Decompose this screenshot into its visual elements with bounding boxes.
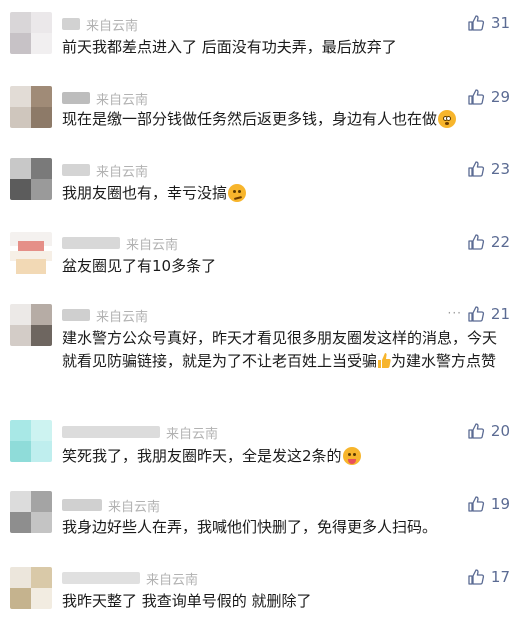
thumbs-up-icon <box>468 423 484 439</box>
comment-text-body: 笑死我了，我朋友圈昨天，全是发这2条的 <box>62 447 342 465</box>
avatar[interactable] <box>10 86 52 128</box>
comment-meta: 来自云南 <box>62 422 218 442</box>
like-button[interactable]: 23 <box>467 160 510 178</box>
nickname-blurred[interactable] <box>62 572 140 584</box>
region-label: 来自云南 <box>108 499 161 515</box>
avatar[interactable] <box>10 420 52 462</box>
avatar[interactable] <box>10 304 52 346</box>
comment-meta: 来自云南 <box>62 305 148 325</box>
nickname-blurred[interactable] <box>62 164 90 176</box>
comment-text-tail: 为建水警方点赞 <box>391 352 497 370</box>
comment-meta: 来自云南 <box>62 160 148 180</box>
nickname-blurred[interactable] <box>62 237 120 249</box>
region-label: 来自云南 <box>96 164 149 180</box>
thumbs-up-icon <box>468 306 484 322</box>
thumbs-up-icon <box>468 161 484 177</box>
avatar[interactable] <box>10 232 52 274</box>
like-count: 23 <box>490 160 510 178</box>
thumbs-up-icon <box>468 234 484 250</box>
comment-text: 笑死我了，我朋友圈昨天，全是发这2条的 <box>62 445 502 468</box>
comment-text-body: 现在是缴一部分钱做任务然后返更多钱，身边有人也在做 <box>62 110 438 128</box>
like-count: 22 <box>490 233 510 251</box>
avatar[interactable] <box>10 12 52 54</box>
region-label: 来自云南 <box>126 237 179 253</box>
avatar[interactable] <box>10 158 52 200</box>
comment-text: 我昨天整了 我查询单号假的 就删除了 <box>62 592 312 610</box>
dizzy-face-emoji <box>438 110 457 128</box>
comment-text: 现在是缴一部分钱做任务然后返更多钱，身边有人也在做 <box>62 108 502 131</box>
like-button[interactable]: 19 <box>467 495 510 513</box>
thumbs-up-icon <box>468 89 484 105</box>
tongue-face-emoji <box>342 447 361 465</box>
comment-meta: 来自云南 <box>62 14 138 34</box>
like-count: 31 <box>490 14 510 32</box>
more-options-button[interactable]: ··· <box>448 306 462 320</box>
comment-text: 我身边好些人在弄，我喊他们快删了，免得更多人扫码。 <box>62 518 438 536</box>
comment-text: 盆友圈见了有10多条了 <box>62 257 217 275</box>
nickname-blurred[interactable] <box>62 92 90 104</box>
like-count: 20 <box>490 422 510 440</box>
region-label: 来自云南 <box>166 426 219 442</box>
like-count: 17 <box>490 568 510 586</box>
like-button[interactable]: 29 <box>467 88 510 106</box>
like-count: 19 <box>490 495 510 513</box>
region-label: 来自云南 <box>96 309 149 325</box>
nickname-blurred[interactable] <box>62 18 80 30</box>
avatar[interactable] <box>10 491 52 533</box>
comment-meta: 来自云南 <box>62 88 148 108</box>
nickname-blurred[interactable] <box>62 309 90 321</box>
comment-meta: 来自云南 <box>62 233 178 253</box>
region-label: 来自云南 <box>96 92 149 108</box>
like-button[interactable]: 21 <box>467 305 510 323</box>
thumbs-up-icon <box>468 15 484 31</box>
thumbs-up-icon <box>468 569 484 585</box>
thumbs-up-emoji <box>378 353 391 368</box>
like-button[interactable]: 22 <box>467 233 510 251</box>
comment-text: 前天我都差点进入了 后面没有功夫弄，最后放弃了 <box>62 38 397 56</box>
region-label: 来自云南 <box>86 18 139 34</box>
like-button[interactable]: 17 <box>467 568 510 586</box>
region-label: 来自云南 <box>146 572 199 588</box>
like-count: 21 <box>490 305 510 323</box>
comment-text: 我朋友圈也有，幸亏没搞 <box>62 182 502 205</box>
like-button[interactable]: 20 <box>467 422 510 440</box>
avatar[interactable] <box>10 567 52 609</box>
thumbs-up-icon <box>468 496 484 512</box>
comment-text: 建水警方公众号真好，昨天才看见很多朋友圈发这样的消息，今天就看见防骗链接，就是为… <box>62 327 502 373</box>
nickname-blurred[interactable] <box>62 426 160 438</box>
nickname-blurred[interactable] <box>62 499 102 511</box>
thinking-face-emoji <box>228 184 247 202</box>
comment-meta: 来自云南 <box>62 568 198 588</box>
comment-meta: 来自云南 <box>62 495 160 515</box>
comment-text-body: 我朋友圈也有，幸亏没搞 <box>62 184 228 202</box>
like-button[interactable]: 31 <box>467 14 510 32</box>
like-count: 29 <box>490 88 510 106</box>
